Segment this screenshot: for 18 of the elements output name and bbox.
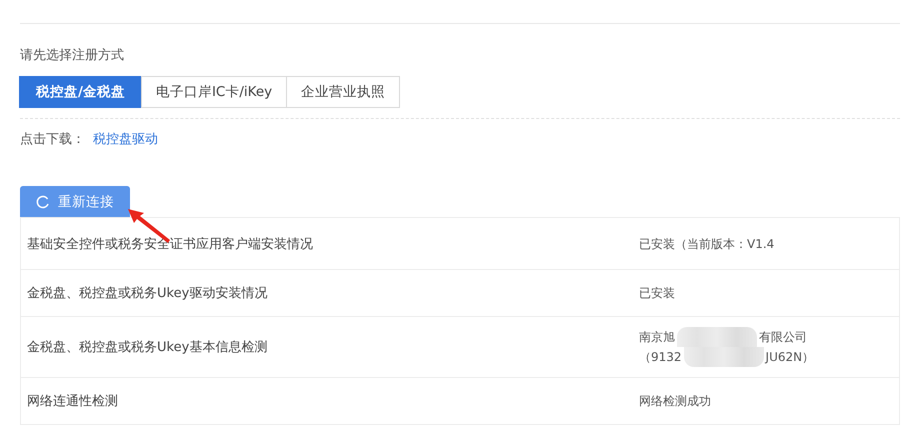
driver-download-link[interactable]: 税控盘驱动 (93, 131, 158, 149)
check-item: 金税盘、税控盘或税务Ukey基本信息检测 (26, 339, 268, 356)
check-result: 已安装 (639, 285, 675, 302)
check-result: 网络检测成功 (639, 393, 711, 410)
check-result: JU62N） (766, 349, 814, 366)
refresh-icon (36, 194, 50, 208)
registration-tab[interactable]: 电子口岸IC卡/iKey (140, 76, 288, 108)
check-result: 已安装（当前版本：V1.4 (639, 236, 774, 252)
check-result: （9132 (639, 349, 682, 366)
instruction-text: 请先选择注册方式 (20, 47, 125, 65)
check-result: 南京旭 (639, 329, 675, 346)
registration-tab[interactable]: 税控盘/金税盘 (19, 76, 142, 108)
check-item: 网络连通性检测 (26, 393, 119, 410)
registration-tab[interactable]: 企业营业执照 (286, 76, 400, 108)
check-result: 有限公司 (759, 329, 807, 346)
reconnect-button[interactable]: 重新连接 (20, 186, 130, 217)
check-item: 金税盘、税控盘或税务Ukey驱动安装情况 (26, 285, 268, 302)
download-label: 点击下载： (20, 131, 85, 149)
